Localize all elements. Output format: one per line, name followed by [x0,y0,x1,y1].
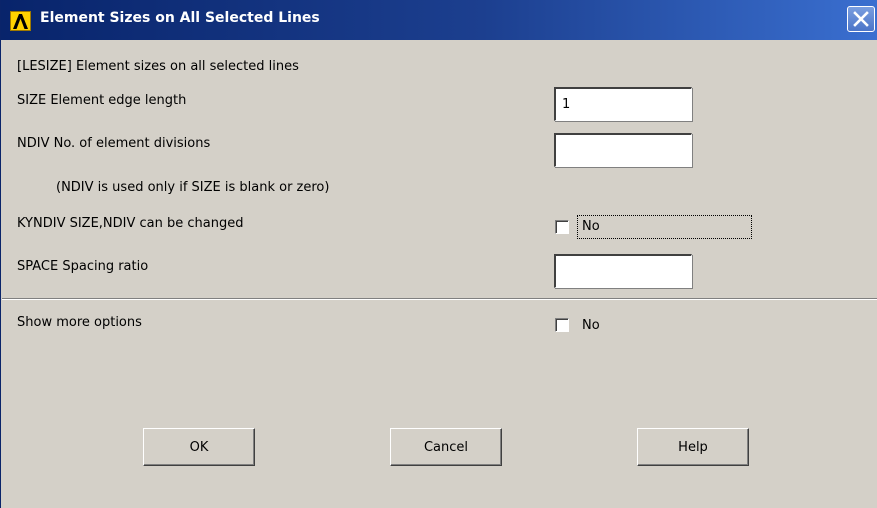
cancel-button[interactable]: Cancel [390,428,502,466]
section-divider [2,298,877,300]
size-input[interactable] [556,89,691,120]
dialog-header-text: [LESIZE] Element sizes on all selected l… [17,59,299,74]
window-title: Element Sizes on All Selected Lines [40,10,320,26]
space-input[interactable] [556,256,691,287]
kyndiv-focus-outline [577,215,752,239]
more-options-checkbox[interactable] [555,318,569,332]
more-options-label: Show more options [17,315,142,330]
ndiv-field-frame [554,133,692,167]
size-field-frame [554,87,692,121]
ndiv-input[interactable] [556,135,691,166]
size-label: SIZE Element edge length [17,93,187,108]
kyndiv-checkbox[interactable] [555,220,569,234]
close-x-icon [853,11,869,27]
help-button[interactable]: Help [637,428,749,466]
close-button[interactable] [847,6,875,32]
space-field-frame [554,254,692,288]
kyndiv-label: KYNDIV SIZE,NDIV can be changed [17,216,244,231]
ndiv-label: NDIV No. of element divisions [17,136,211,151]
space-label: SPACE Spacing ratio [17,259,149,274]
title-bar[interactable]: Element Sizes on All Selected Lines [1,0,877,40]
ok-button[interactable]: OK [143,428,255,466]
dialog-window: Element Sizes on All Selected Lines [LES… [0,0,877,508]
kyndiv-state-text[interactable]: No [582,219,600,234]
more-options-state-text[interactable]: No [582,318,600,333]
ansys-logo-icon [10,11,31,31]
ndiv-note: (NDIV is used only if SIZE is blank or z… [56,180,330,195]
